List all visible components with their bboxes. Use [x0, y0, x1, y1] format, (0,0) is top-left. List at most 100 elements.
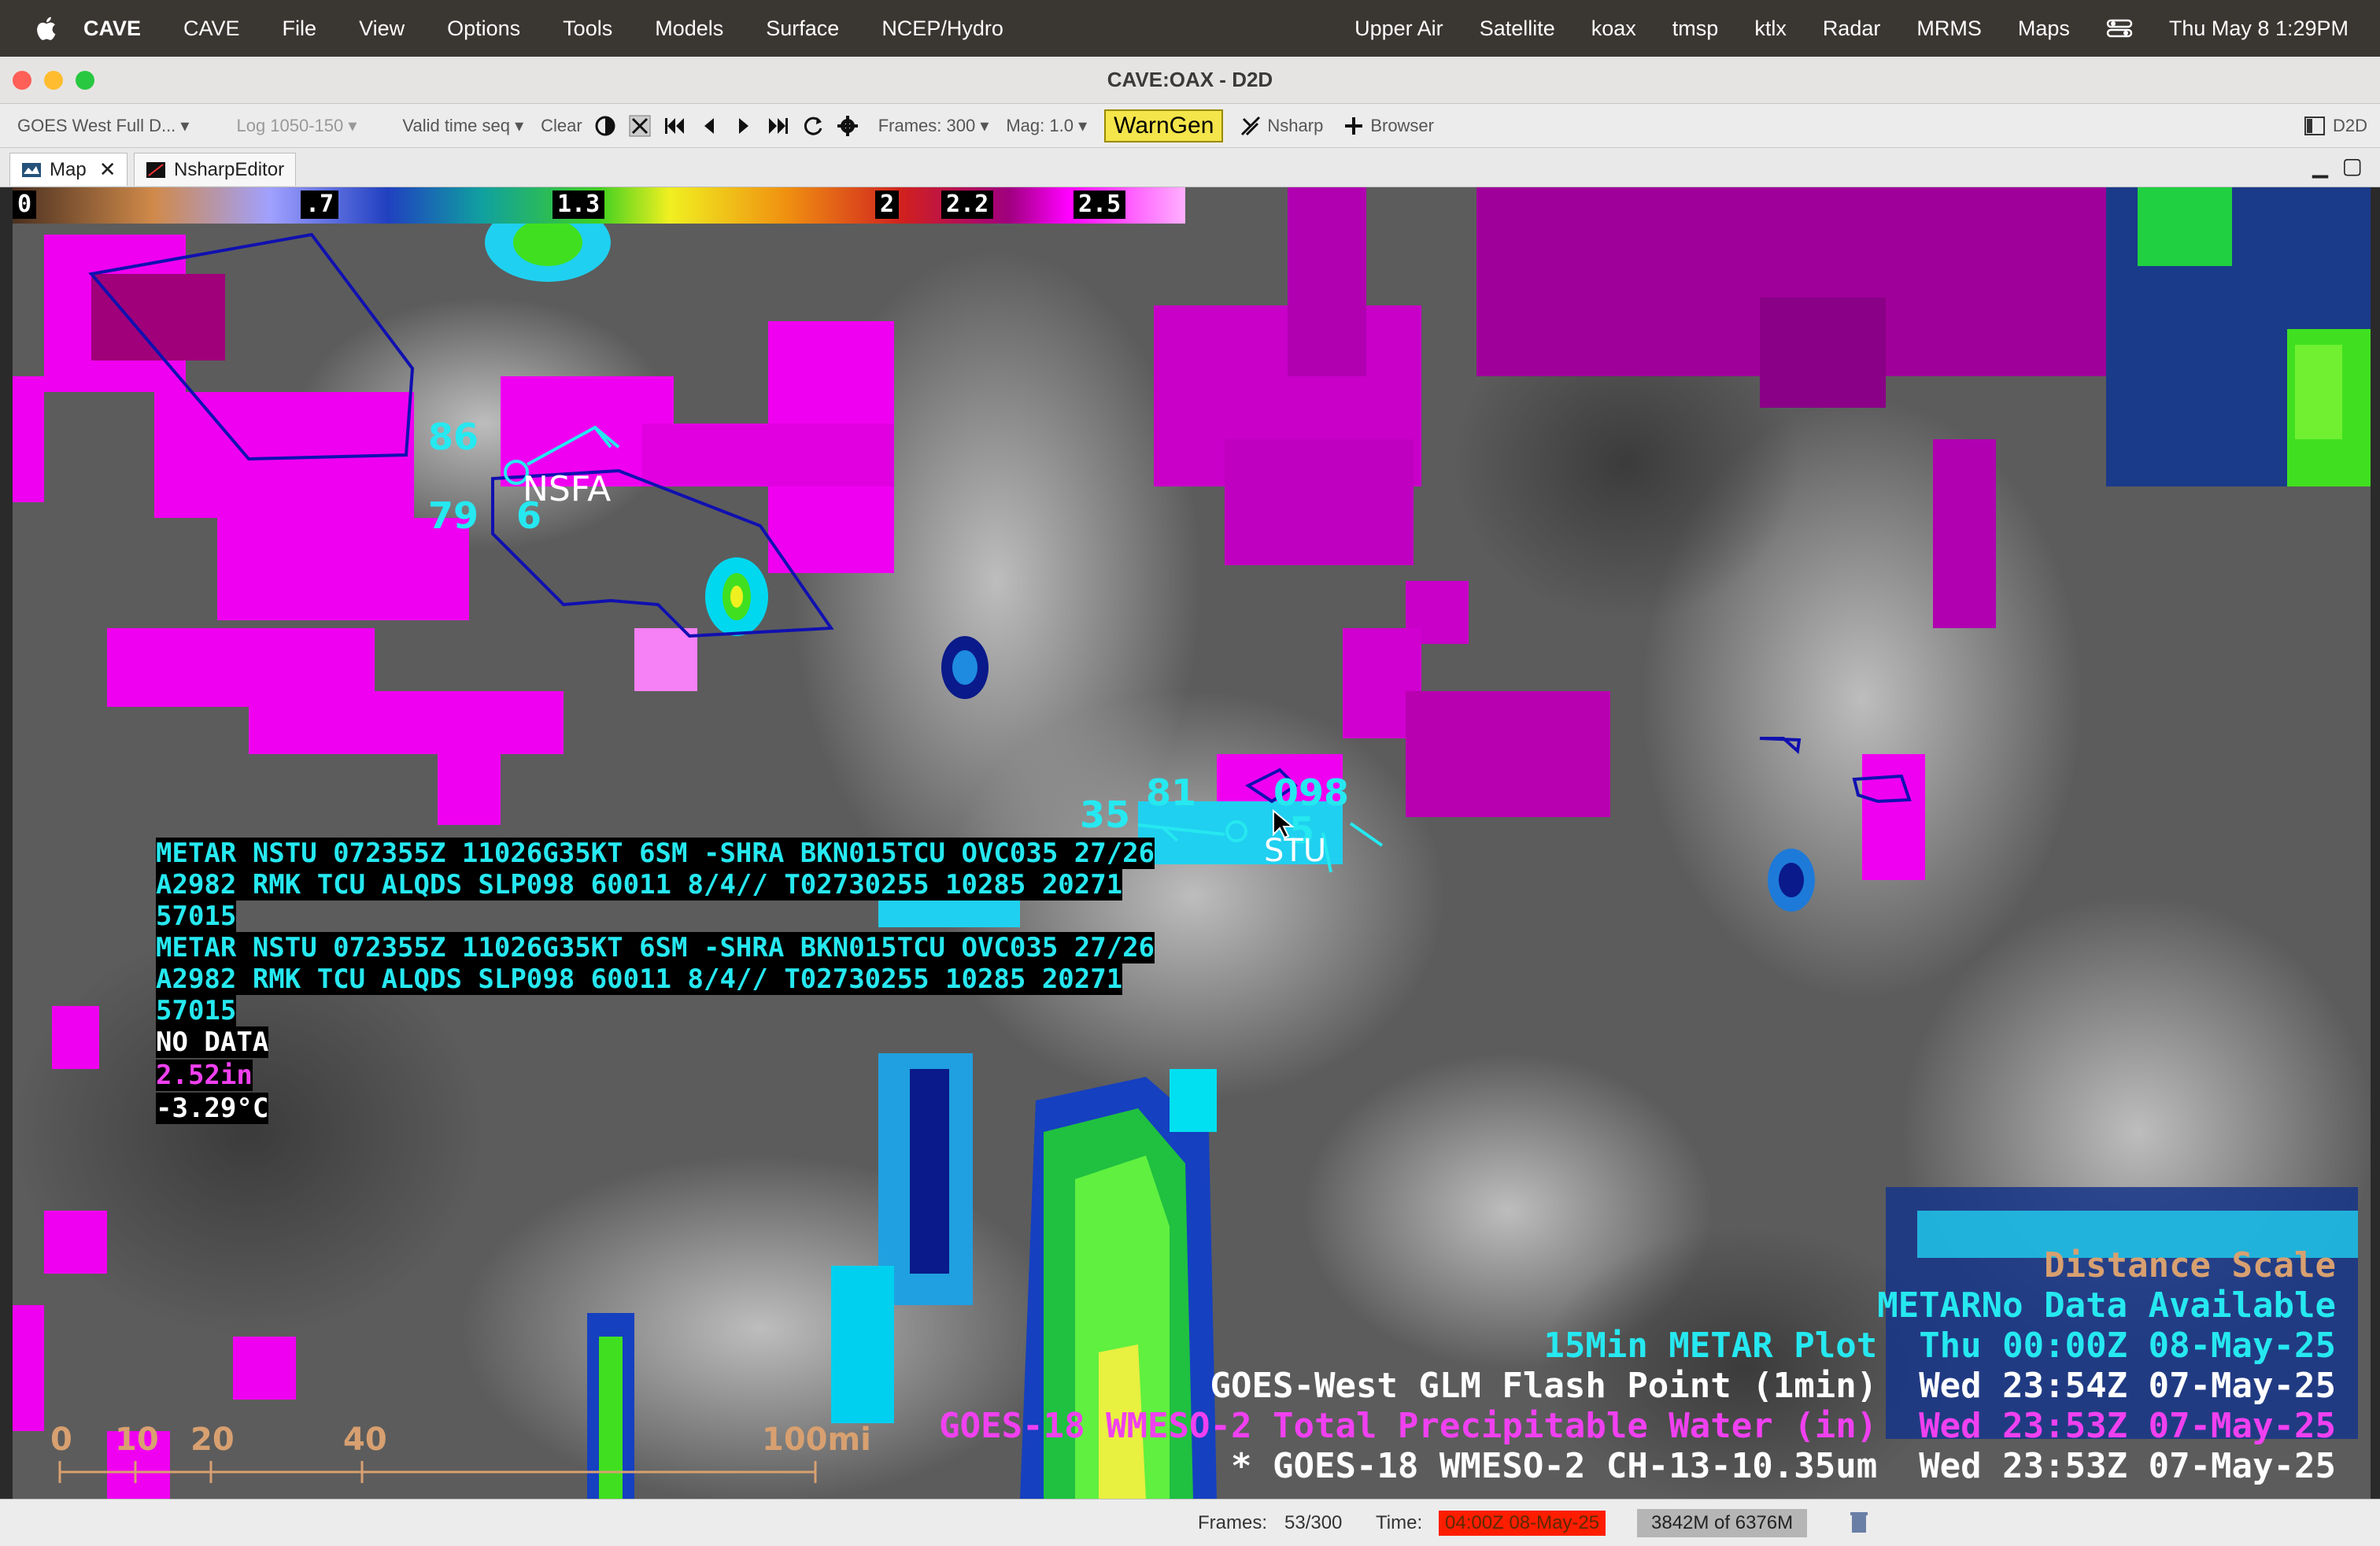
warngen-button[interactable]: WarnGen	[1104, 109, 1224, 142]
maximize-pane-icon[interactable]: ▢	[2342, 153, 2363, 179]
menu-surface[interactable]: Surface	[766, 17, 839, 41]
first-frame-icon[interactable]	[663, 114, 686, 138]
frames-dropdown-label: Frames: 300	[878, 115, 976, 135]
tab-nsharp-editor[interactable]: NsharpEditor	[134, 153, 297, 186]
menu-models[interactable]: Models	[655, 17, 723, 41]
satellite-sector-dropdown[interactable]: GOES West Full D... ▾	[17, 116, 189, 136]
browser-plus-icon[interactable]	[1342, 114, 1366, 138]
colorbar-label-5: 2.5	[1074, 190, 1126, 219]
nstu-pressure: 098	[1273, 771, 1350, 814]
legend-ir-channel-time: Wed 23:53Z 07-May-25	[1919, 1446, 2336, 1486]
nsharp-icon[interactable]	[1239, 114, 1262, 138]
legend-ir-channel-name: * GOES-18 WMESO-2 CH-13-10.35um	[1231, 1446, 1878, 1486]
menu-mrms[interactable]: MRMS	[1916, 17, 1982, 41]
menu-satellite[interactable]: Satellite	[1480, 17, 1555, 41]
valid-time-label: Valid time seq	[402, 115, 510, 135]
colorbar-label-3: 2	[875, 190, 900, 219]
menu-tmsp[interactable]: tmsp	[1672, 17, 1719, 41]
glm-no-data: NO DATA	[156, 1026, 269, 1058]
zoom-extents-icon[interactable]	[628, 114, 652, 138]
tpw-sample-value: 2.52in	[156, 1060, 253, 1091]
clear-button[interactable]: Clear	[541, 116, 582, 136]
log-range-dropdown[interactable]: Log 1050-150 ▾	[236, 116, 357, 136]
metar-sample-line-6: 57015	[156, 995, 237, 1026]
menu-options[interactable]: Options	[447, 17, 520, 41]
scale-tick-40: 40	[343, 1422, 387, 1458]
legend-ir-channel[interactable]: * GOES-18 WMESO-2 CH-13-10.35um Wed 23:5…	[1231, 1446, 2336, 1486]
minimize-pane-icon[interactable]: ▁	[2312, 154, 2328, 179]
nsharp-tab-icon	[146, 161, 165, 178]
frames-status-label: Frames:	[1198, 1512, 1268, 1533]
nsfa-visibility: 6	[516, 494, 542, 537]
legend-distance-scale-name: Distance Scale	[2044, 1245, 2336, 1285]
valid-time-dropdown[interactable]: Valid time seq ▾	[402, 116, 523, 136]
macos-menubar: CAVE CAVE File View Options Tools Models…	[0, 0, 2380, 57]
frames-dropdown[interactable]: Frames: 300 ▾	[878, 116, 989, 136]
menu-ncep-hydro[interactable]: NCEP/Hydro	[881, 17, 1003, 41]
log-range-label: Log 1050-150	[236, 115, 344, 135]
image-properties-icon[interactable]	[593, 114, 617, 138]
perspective-d2d[interactable]: D2D	[2333, 116, 2367, 136]
nsfa-dewpoint: 79	[428, 494, 479, 537]
d2d-toolbar: GOES West Full D... ▾ Log 1050-150 ▾ Val…	[0, 104, 2380, 148]
metar-sample-line-5: A2982 RMK TCU ALQDS SLP098 60011 8/4// T…	[156, 963, 1123, 995]
legend-tpw[interactable]: GOES-18 WMESO-2 Total Precipitable Water…	[939, 1406, 2336, 1446]
metar-sample-line-1: METAR NSTU 072355Z 11026G35KT 6SM -SHRA …	[156, 838, 1155, 869]
nsfa-temperature: 86	[428, 416, 479, 458]
menu-koax[interactable]: koax	[1591, 17, 1636, 41]
time-status-label: Time:	[1376, 1512, 1423, 1533]
nsharp-button[interactable]: Nsharp	[1267, 116, 1323, 136]
menu-app-name[interactable]: CAVE	[83, 17, 141, 41]
menu-maps[interactable]: Maps	[2018, 17, 2070, 41]
close-tab-icon[interactable]: ✕	[99, 157, 116, 182]
menu-file[interactable]: File	[283, 17, 317, 41]
legend-metar-nodata-name: METARNo Data Available	[1877, 1285, 2336, 1326]
menu-clock[interactable]: Thu May 8 1:29PM	[2169, 17, 2349, 41]
step-back-icon[interactable]	[697, 114, 721, 138]
map-tab-icon	[22, 162, 41, 177]
perspective-icon[interactable]	[2303, 114, 2326, 138]
legend-glm[interactable]: GOES-West GLM Flash Point (1min) Wed 23:…	[1210, 1366, 2336, 1406]
nstu-temperature: 81	[1146, 771, 1197, 814]
colorbar-label-2: 1.3	[552, 190, 605, 219]
legend-metar-nodata[interactable]: METARNo Data Available	[1877, 1285, 2336, 1326]
legend-metar-plot-time: Thu 00:00Z 08-May-25	[1919, 1326, 2336, 1366]
menu-upper-air[interactable]: Upper Air	[1354, 17, 1443, 41]
browser-button[interactable]: Browser	[1370, 116, 1434, 136]
settings-gear-icon[interactable]	[836, 114, 859, 138]
nstu-dewpoint: 35	[1080, 793, 1131, 836]
metar-sample-line-2: A2982 RMK TCU ALQDS SLP098 60011 8/4// T…	[156, 869, 1123, 901]
step-forward-icon[interactable]	[732, 114, 756, 138]
satellite-sector-label: GOES West Full D...	[17, 115, 176, 135]
scale-tick-0: 0	[50, 1422, 72, 1458]
last-frame-icon[interactable]	[767, 114, 790, 138]
magnification-dropdown[interactable]: Mag: 1.0 ▾	[1006, 116, 1087, 136]
legend-tpw-time: Wed 23:53Z 07-May-25	[1919, 1406, 2336, 1446]
menu-tools[interactable]: Tools	[563, 17, 612, 41]
metar-sample-line-4: METAR NSTU 072355Z 11026G35KT 6SM -SHRA …	[156, 932, 1155, 963]
mouse-cursor-icon	[1273, 809, 1295, 839]
window-title: CAVE:OAX - D2D	[1107, 68, 1273, 91]
apple-icon[interactable]	[33, 14, 61, 43]
map-display[interactable]: 0 .7 1.3 2 2.2 2.5 86 NSFA 79 6 81 35 09…	[13, 187, 2371, 1499]
legend-distance-scale[interactable]: Distance Scale	[2044, 1245, 2336, 1285]
magnification-label: Mag: 1.0	[1006, 115, 1074, 135]
colorbar-label-4: 2.2	[941, 190, 994, 219]
ir-temperature-sample: -3.29°C	[156, 1093, 269, 1124]
tab-map-label: Map	[50, 158, 87, 180]
scale-tick-20: 20	[190, 1422, 235, 1458]
legend-metar-plot[interactable]: 15Min METAR Plot Thu 00:00Z 08-May-25	[1543, 1326, 2336, 1366]
legend-glm-name: GOES-West GLM Flash Point (1min)	[1210, 1366, 1878, 1406]
menu-view[interactable]: View	[359, 17, 405, 41]
menu-ktlx[interactable]: ktlx	[1754, 17, 1787, 41]
colorbar-label-0: 0	[13, 190, 37, 219]
trash-icon[interactable]	[1850, 1511, 1868, 1534]
menu-radar[interactable]: Radar	[1823, 17, 1881, 41]
scale-tick-100: 100mi	[762, 1422, 871, 1458]
memory-usage: 3842M of 6376M	[1637, 1509, 1808, 1537]
tab-map[interactable]: Map ✕	[9, 153, 128, 186]
control-center-icon[interactable]	[2106, 19, 2133, 38]
legend-tpw-name: GOES-18 WMESO-2 Total Precipitable Water…	[939, 1406, 1878, 1446]
menu-cave[interactable]: CAVE	[183, 17, 240, 41]
loop-icon[interactable]	[801, 114, 825, 138]
